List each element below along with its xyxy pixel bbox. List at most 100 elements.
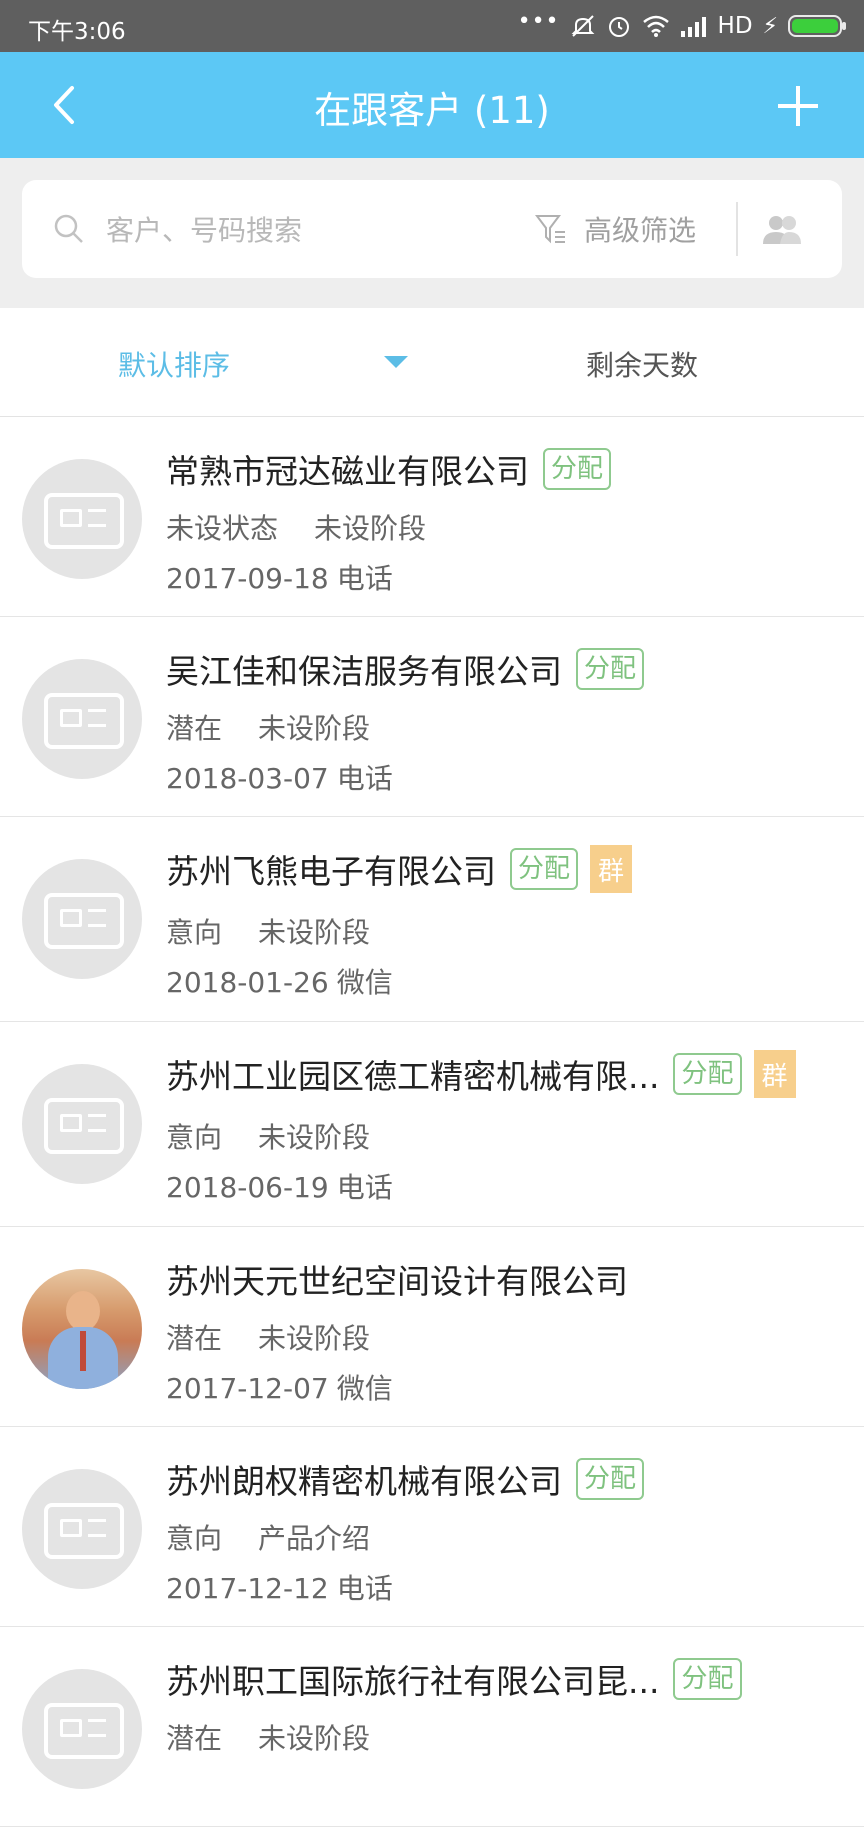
date-row: 2017-12-12 电话: [166, 1567, 393, 1607]
customer-status: 未设状态: [166, 512, 279, 545]
customer-status: 意向: [166, 1522, 223, 1555]
follow-date: 2018-01-26: [166, 966, 329, 999]
list-item[interactable]: 苏州朗权精密机械有限公司 分配 意向 产品介绍 2017-12-12 电话: [0, 1427, 864, 1627]
advanced-filter-button[interactable]: 高级筛选: [534, 204, 696, 254]
group-tag: 群: [753, 1050, 796, 1098]
plus-icon[interactable]: [774, 82, 822, 130]
status-row: 意向 产品介绍: [166, 1517, 370, 1557]
customer-name: 苏州天元世纪空间设计有限公司: [166, 1262, 628, 1301]
follow-date: 2018-06-19: [166, 1171, 329, 1204]
search-input[interactable]: [104, 206, 508, 254]
alarm-icon: [608, 17, 629, 37]
app-header: 在跟客户 (11): [0, 52, 864, 158]
signal-icon: [680, 17, 706, 37]
name-row: 苏州职工国际旅行社有限公司昆... 分配: [166, 1655, 742, 1703]
customer-name: 苏州工业园区德工精密机械有限...: [166, 1057, 660, 1096]
search-area: 高级筛选: [0, 158, 864, 308]
customer-stage: 未设阶段: [258, 712, 371, 745]
customer-stage: 未设阶段: [314, 512, 427, 545]
card-icon: [44, 1098, 124, 1154]
follow-date: 2017-12-12: [166, 1572, 329, 1605]
date-row: 2017-09-18 电话: [166, 557, 393, 597]
customer-name: 常熟市冠达磁业有限公司: [166, 452, 529, 491]
divider: [736, 202, 738, 256]
status-row: 潜在 未设阶段: [166, 1317, 370, 1357]
photo-tie: [80, 1331, 86, 1371]
list-item[interactable]: 苏州天元世纪空间设计有限公司 潜在 未设阶段 2017-12-07 微信: [0, 1227, 864, 1427]
filter-label: 高级筛选: [584, 214, 697, 247]
mute-bell-icon: [571, 15, 594, 37]
name-row: 常熟市冠达磁业有限公司 分配: [166, 445, 612, 493]
name-row: 苏州朗权精密机械有限公司 分配: [166, 1455, 645, 1503]
follow-channel: 电话: [336, 1171, 393, 1204]
status-row: 未设状态 未设阶段: [166, 507, 426, 547]
follow-channel: 微信: [336, 1372, 393, 1405]
status-row: 潜在 未设阶段: [166, 1717, 370, 1757]
customer-stage: 未设阶段: [258, 1121, 371, 1154]
customer-name: 吴江佳和保洁服务有限公司: [166, 652, 562, 691]
card-icon: [44, 493, 124, 549]
charging-icon: ⚡: [762, 13, 778, 39]
name-row: 苏州天元世纪空间设计有限公司: [166, 1255, 628, 1303]
follow-date: 2017-09-18: [166, 562, 329, 595]
list-item[interactable]: 苏州飞熊电子有限公司 分配 群 意向 未设阶段 2018-01-26 微信: [0, 817, 864, 1022]
assign-tag: 分配: [673, 1658, 742, 1700]
photo-head: [66, 1291, 100, 1331]
filter-icon: [535, 215, 565, 244]
customer-status: 潜在: [166, 1322, 223, 1355]
assign-tag: 分配: [673, 1053, 742, 1095]
status-row: 意向 未设阶段: [166, 1116, 370, 1156]
dropdown-arrow-icon[interactable]: [384, 356, 408, 368]
name-row: 吴江佳和保洁服务有限公司 分配: [166, 645, 645, 693]
list-item[interactable]: 苏州职工国际旅行社有限公司昆... 分配 潜在 未设阶段: [0, 1627, 864, 1827]
customer-name: 苏州朗权精密机械有限公司: [166, 1462, 562, 1501]
avatar: [22, 459, 142, 579]
page-title: 在跟客户 (11): [314, 89, 550, 132]
status-bar: 下午3:06 ••• HD ⚡: [0, 0, 864, 52]
avatar: [22, 1469, 142, 1589]
group-tag: 群: [590, 845, 633, 893]
list-item[interactable]: 吴江佳和保洁服务有限公司 分配 潜在 未设阶段 2018-03-07 电话: [0, 617, 864, 817]
sort-bar: 默认排序 剩余天数: [0, 308, 864, 417]
assign-tag: 分配: [576, 1458, 645, 1500]
sort-days-tab[interactable]: 剩余天数: [586, 344, 698, 384]
customer-name: 苏州职工国际旅行社有限公司昆...: [166, 1662, 660, 1701]
customer-name: 苏州飞熊电子有限公司: [166, 852, 496, 891]
date-row: 2018-01-26 微信: [166, 961, 393, 1001]
follow-channel: 电话: [336, 562, 393, 595]
list-item[interactable]: 常熟市冠达磁业有限公司 分配 未设状态 未设阶段 2017-09-18 电话: [0, 417, 864, 617]
customer-stage: 未设阶段: [258, 1722, 371, 1755]
follow-channel: 微信: [336, 966, 393, 999]
status-row: 意向 未设阶段: [166, 911, 370, 951]
follow-date: 2017-12-07: [166, 1372, 329, 1405]
sort-default-tab[interactable]: 默认排序: [118, 344, 230, 384]
status-time: 下午3:06: [28, 19, 126, 45]
card-icon: [44, 693, 124, 749]
customer-stage: 未设阶段: [258, 1322, 371, 1355]
follow-channel: 电话: [336, 1572, 393, 1605]
assign-tag: 分配: [510, 848, 579, 890]
avatar: [22, 859, 142, 979]
avatar: [22, 1669, 142, 1789]
date-row: 2017-12-07 微信: [166, 1367, 393, 1407]
date-row: 2018-06-19 电话: [166, 1166, 393, 1206]
assign-tag: 分配: [543, 448, 612, 490]
list-item[interactable]: 苏州工业园区德工精密机械有限... 分配 群 意向 未设阶段 2018-06-19…: [0, 1022, 864, 1227]
network-type: HD: [717, 13, 753, 39]
date-row: 2018-03-07 电话: [166, 757, 393, 797]
customer-status: 意向: [166, 1121, 223, 1154]
follow-channel: 电话: [336, 762, 393, 795]
assign-tag: 分配: [576, 648, 645, 690]
search-box: 高级筛选: [22, 180, 842, 278]
customer-status: 潜在: [166, 1722, 223, 1755]
customer-status: 潜在: [166, 712, 223, 745]
status-row: 潜在 未设阶段: [166, 707, 370, 747]
card-icon: [44, 1503, 124, 1559]
customer-stage: 产品介绍: [258, 1522, 371, 1555]
search-icon: [54, 214, 83, 243]
avatar-photo: [22, 1269, 142, 1389]
name-row: 苏州飞熊电子有限公司 分配 群: [166, 845, 633, 893]
people-icon[interactable]: [760, 208, 804, 252]
more-dots-icon: •••: [517, 8, 560, 34]
name-row: 苏州工业园区德工精密机械有限... 分配 群: [166, 1050, 796, 1098]
